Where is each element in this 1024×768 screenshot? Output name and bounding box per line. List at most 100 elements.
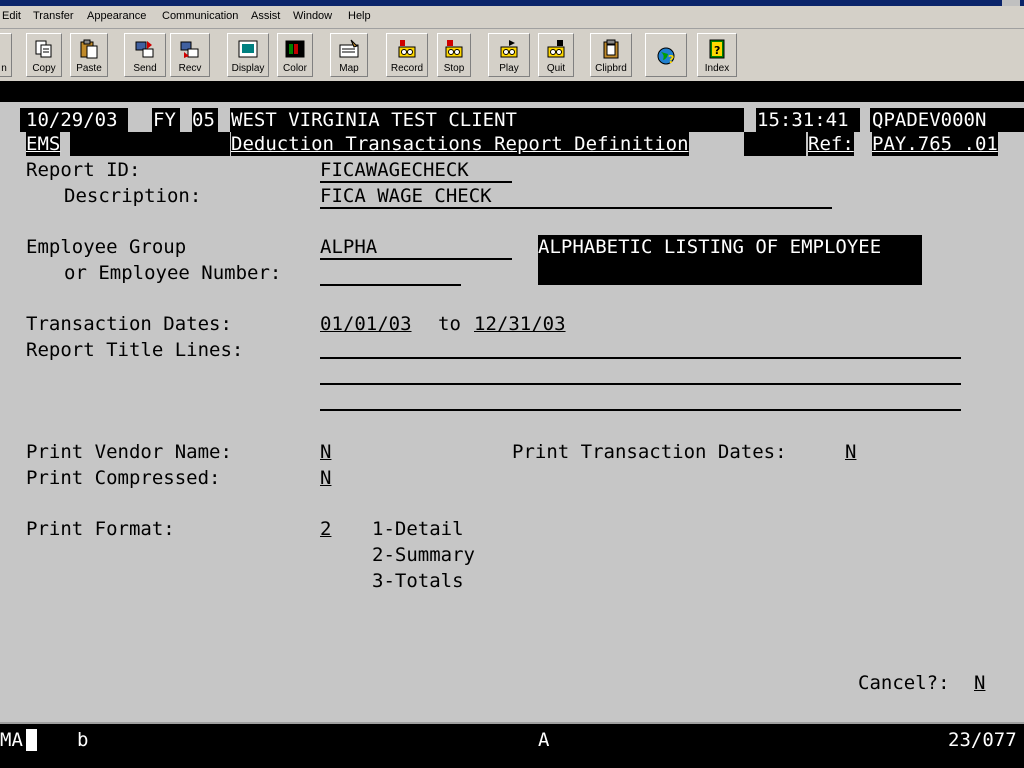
print-vendor-field[interactable]: N bbox=[320, 440, 331, 464]
print-format-option-3: 3-Totals bbox=[372, 570, 464, 592]
header-field-gap-3 bbox=[218, 108, 230, 132]
receive-button[interactable]: Recv bbox=[170, 33, 210, 77]
status-cursor bbox=[26, 729, 37, 751]
print-compressed-field[interactable]: N bbox=[320, 466, 331, 490]
quit-button[interactable]: Quit bbox=[538, 33, 574, 77]
header-fy-value: 05 bbox=[192, 108, 215, 132]
employee-group-description: ALPHABETIC LISTING OF EMPLOYEE bbox=[538, 235, 922, 285]
status-bar: MA b A 23/077 bbox=[0, 722, 1024, 768]
report-id-label: Report ID: bbox=[26, 159, 141, 181]
description-underline bbox=[320, 207, 832, 209]
header-field-gap-2 bbox=[180, 108, 192, 132]
header-fy-label: FY bbox=[153, 108, 176, 132]
date-from-field[interactable]: 01/01/03 bbox=[320, 312, 412, 336]
print-format-field[interactable]: 2 bbox=[320, 517, 331, 541]
index-icon: ? bbox=[707, 39, 727, 59]
title-line-1-underline bbox=[320, 357, 961, 359]
print-vendor-label: Print Vendor Name: bbox=[26, 441, 232, 463]
header-ref-label: Ref: bbox=[808, 132, 854, 156]
clipboard-icon bbox=[601, 39, 621, 59]
quit-label: Quit bbox=[546, 63, 566, 74]
record-button[interactable]: Record bbox=[386, 33, 428, 77]
paste-button[interactable]: Paste bbox=[70, 33, 108, 77]
play-button[interactable]: Play bbox=[488, 33, 530, 77]
header-time: 15:31:41 bbox=[757, 108, 849, 132]
index-button[interactable]: ? Index bbox=[697, 33, 737, 77]
svg-text:?: ? bbox=[668, 53, 674, 66]
report-title-lines-label: Report Title Lines: bbox=[26, 339, 244, 361]
header-system: QPADEV000N bbox=[872, 108, 987, 132]
employee-group-label: Employee Group bbox=[26, 236, 187, 258]
status-cursor-position: 23/077 bbox=[948, 729, 1017, 751]
date-to-field[interactable]: 12/31/03 bbox=[474, 312, 566, 336]
status-mode: MA bbox=[0, 729, 23, 751]
globe-help-icon: ? bbox=[656, 46, 676, 66]
title-line-3-underline bbox=[320, 409, 961, 411]
copy-icon bbox=[34, 39, 54, 59]
print-format-option-2: 2-Summary bbox=[372, 544, 475, 566]
header-ref-value: PAY.765 .01 bbox=[872, 132, 998, 156]
print-format-option-1: 1-Detail bbox=[372, 518, 464, 540]
terminal-area: 10/29/03 FY 05 WEST VIRGINIA TEST CLIENT… bbox=[0, 81, 1024, 722]
display-label: Display bbox=[231, 63, 265, 74]
cancel-label: Cancel?: bbox=[858, 672, 950, 694]
color-icon bbox=[285, 39, 305, 59]
menu-window[interactable]: Window bbox=[293, 10, 332, 22]
paste-label: Paste bbox=[76, 63, 102, 74]
employee-group-field[interactable]: ALPHA bbox=[320, 235, 377, 259]
print-compressed-label: Print Compressed: bbox=[26, 467, 221, 489]
menu-help[interactable]: Help bbox=[348, 10, 371, 22]
cancel-field[interactable]: N bbox=[974, 671, 985, 695]
map-button[interactable]: Map bbox=[330, 33, 368, 77]
status-b: b bbox=[77, 729, 89, 751]
title-line-2-underline bbox=[320, 383, 961, 385]
header-band-2a bbox=[70, 132, 230, 156]
paste-icon bbox=[79, 39, 99, 59]
record-label: Record bbox=[390, 63, 424, 74]
report-id-underline bbox=[320, 181, 512, 183]
stop-button[interactable]: Stop bbox=[437, 33, 471, 77]
partial-label: n bbox=[1, 63, 7, 74]
print-trans-dates-field[interactable]: N bbox=[845, 440, 856, 464]
display-button[interactable]: Display bbox=[227, 33, 269, 77]
color-button[interactable]: Color bbox=[277, 33, 313, 77]
partial-button[interactable]: n bbox=[0, 33, 12, 77]
header-app: EMS bbox=[26, 132, 61, 156]
header-client: WEST VIRGINIA TEST CLIENT bbox=[231, 108, 517, 132]
menu-transfer[interactable]: Transfer bbox=[33, 10, 74, 22]
svg-text:?: ? bbox=[714, 44, 720, 57]
send-button[interactable]: Send bbox=[124, 33, 166, 77]
stop-label: Stop bbox=[443, 63, 465, 74]
copy-button[interactable]: Copy bbox=[26, 33, 62, 77]
help-button[interactable]: ? bbox=[645, 33, 687, 77]
index-label: Index bbox=[704, 63, 730, 74]
report-id-field[interactable]: FICAWAGECHECK bbox=[320, 158, 469, 182]
menu-communication[interactable]: Communication bbox=[162, 10, 238, 22]
send-icon bbox=[135, 39, 155, 59]
transaction-dates-label: Transaction Dates: bbox=[26, 313, 232, 335]
header-gap bbox=[0, 108, 20, 132]
print-trans-dates-label: Print Transaction Dates: bbox=[512, 441, 787, 463]
menu-appearance[interactable]: Appearance bbox=[87, 10, 146, 22]
receive-icon bbox=[180, 39, 200, 59]
status-a: A bbox=[538, 729, 550, 751]
menu-edit[interactable]: Edit bbox=[2, 10, 21, 22]
date-to-label: to bbox=[438, 313, 461, 335]
map-icon bbox=[339, 39, 359, 59]
header-band-2b bbox=[744, 132, 806, 156]
page-title: Deduction Transactions Report Definition bbox=[231, 132, 689, 156]
toolbar: n Copy Paste Send Recv Display Color Map… bbox=[0, 29, 1024, 81]
print-format-label: Print Format: bbox=[26, 518, 175, 540]
copy-label: Copy bbox=[32, 63, 56, 74]
menu-bar: Edit Transfer Appearance Communication A… bbox=[0, 6, 1024, 29]
stop-icon bbox=[444, 39, 464, 59]
map-label: Map bbox=[339, 63, 359, 74]
header-field-gap-4 bbox=[744, 108, 756, 132]
employee-group-underline bbox=[320, 258, 512, 260]
header-field-gap-5 bbox=[860, 108, 870, 132]
description-field[interactable]: FICA WAGE CHECK bbox=[320, 184, 492, 208]
employee-number-underline bbox=[320, 284, 461, 286]
color-label: Color bbox=[283, 63, 307, 74]
clipboard-button[interactable]: Clipbrd bbox=[590, 33, 632, 77]
menu-assist[interactable]: Assist bbox=[251, 10, 280, 22]
